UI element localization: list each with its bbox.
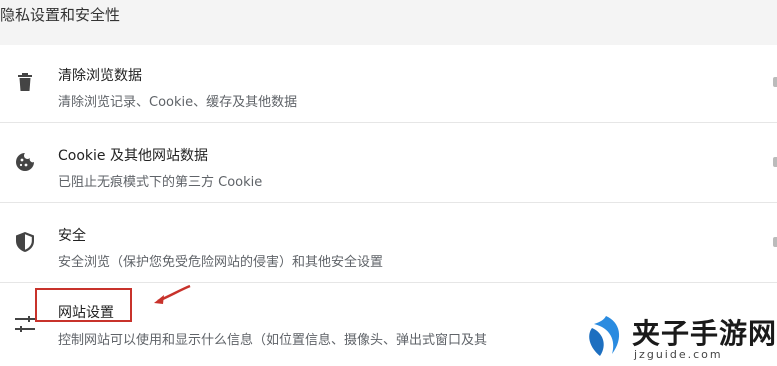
watermark: 夹子手游网 jzguide.com [580,308,777,366]
row-chevron [773,157,777,167]
section-title: 隐私设置和安全性 [0,6,121,24]
row-cookies[interactable]: Cookie 及其他网站数据 已阻止无痕模式下的第三方 Cookie [0,125,777,203]
row-description: 安全浏览（保护您免受危险网站的侵害）和其他安全设置 [58,255,384,270]
row-description: 控制网站可以使用和显示什么信息（如位置信息、摄像头、弹出式窗口及其 [58,333,488,348]
annotation-arrow-icon [154,284,191,304]
sliders-icon [14,313,36,335]
watermark-text: 夹子手游网 [632,317,777,350]
row-security[interactable]: 安全 安全浏览（保护您免受危险网站的侵害）和其他安全设置 [0,205,777,283]
annotation-highlight-box [35,288,132,322]
row-chevron [773,77,777,87]
row-description: 清除浏览记录、Cookie、缓存及其他数据 [58,95,298,110]
shield-icon [14,231,36,253]
watermark-logo-icon [589,316,620,356]
row-chevron [773,237,777,247]
row-description: 已阻止无痕模式下的第三方 Cookie [58,175,263,190]
row-title: 安全 [58,228,86,244]
watermark-url: jzguide.com [634,348,723,361]
cookie-icon [14,151,36,173]
row-clear-browsing-data[interactable]: 清除浏览数据 清除浏览记录、Cookie、缓存及其他数据 [0,45,777,123]
row-title: Cookie 及其他网站数据 [58,148,208,164]
row-title: 清除浏览数据 [58,68,142,84]
trash-icon [14,71,36,93]
